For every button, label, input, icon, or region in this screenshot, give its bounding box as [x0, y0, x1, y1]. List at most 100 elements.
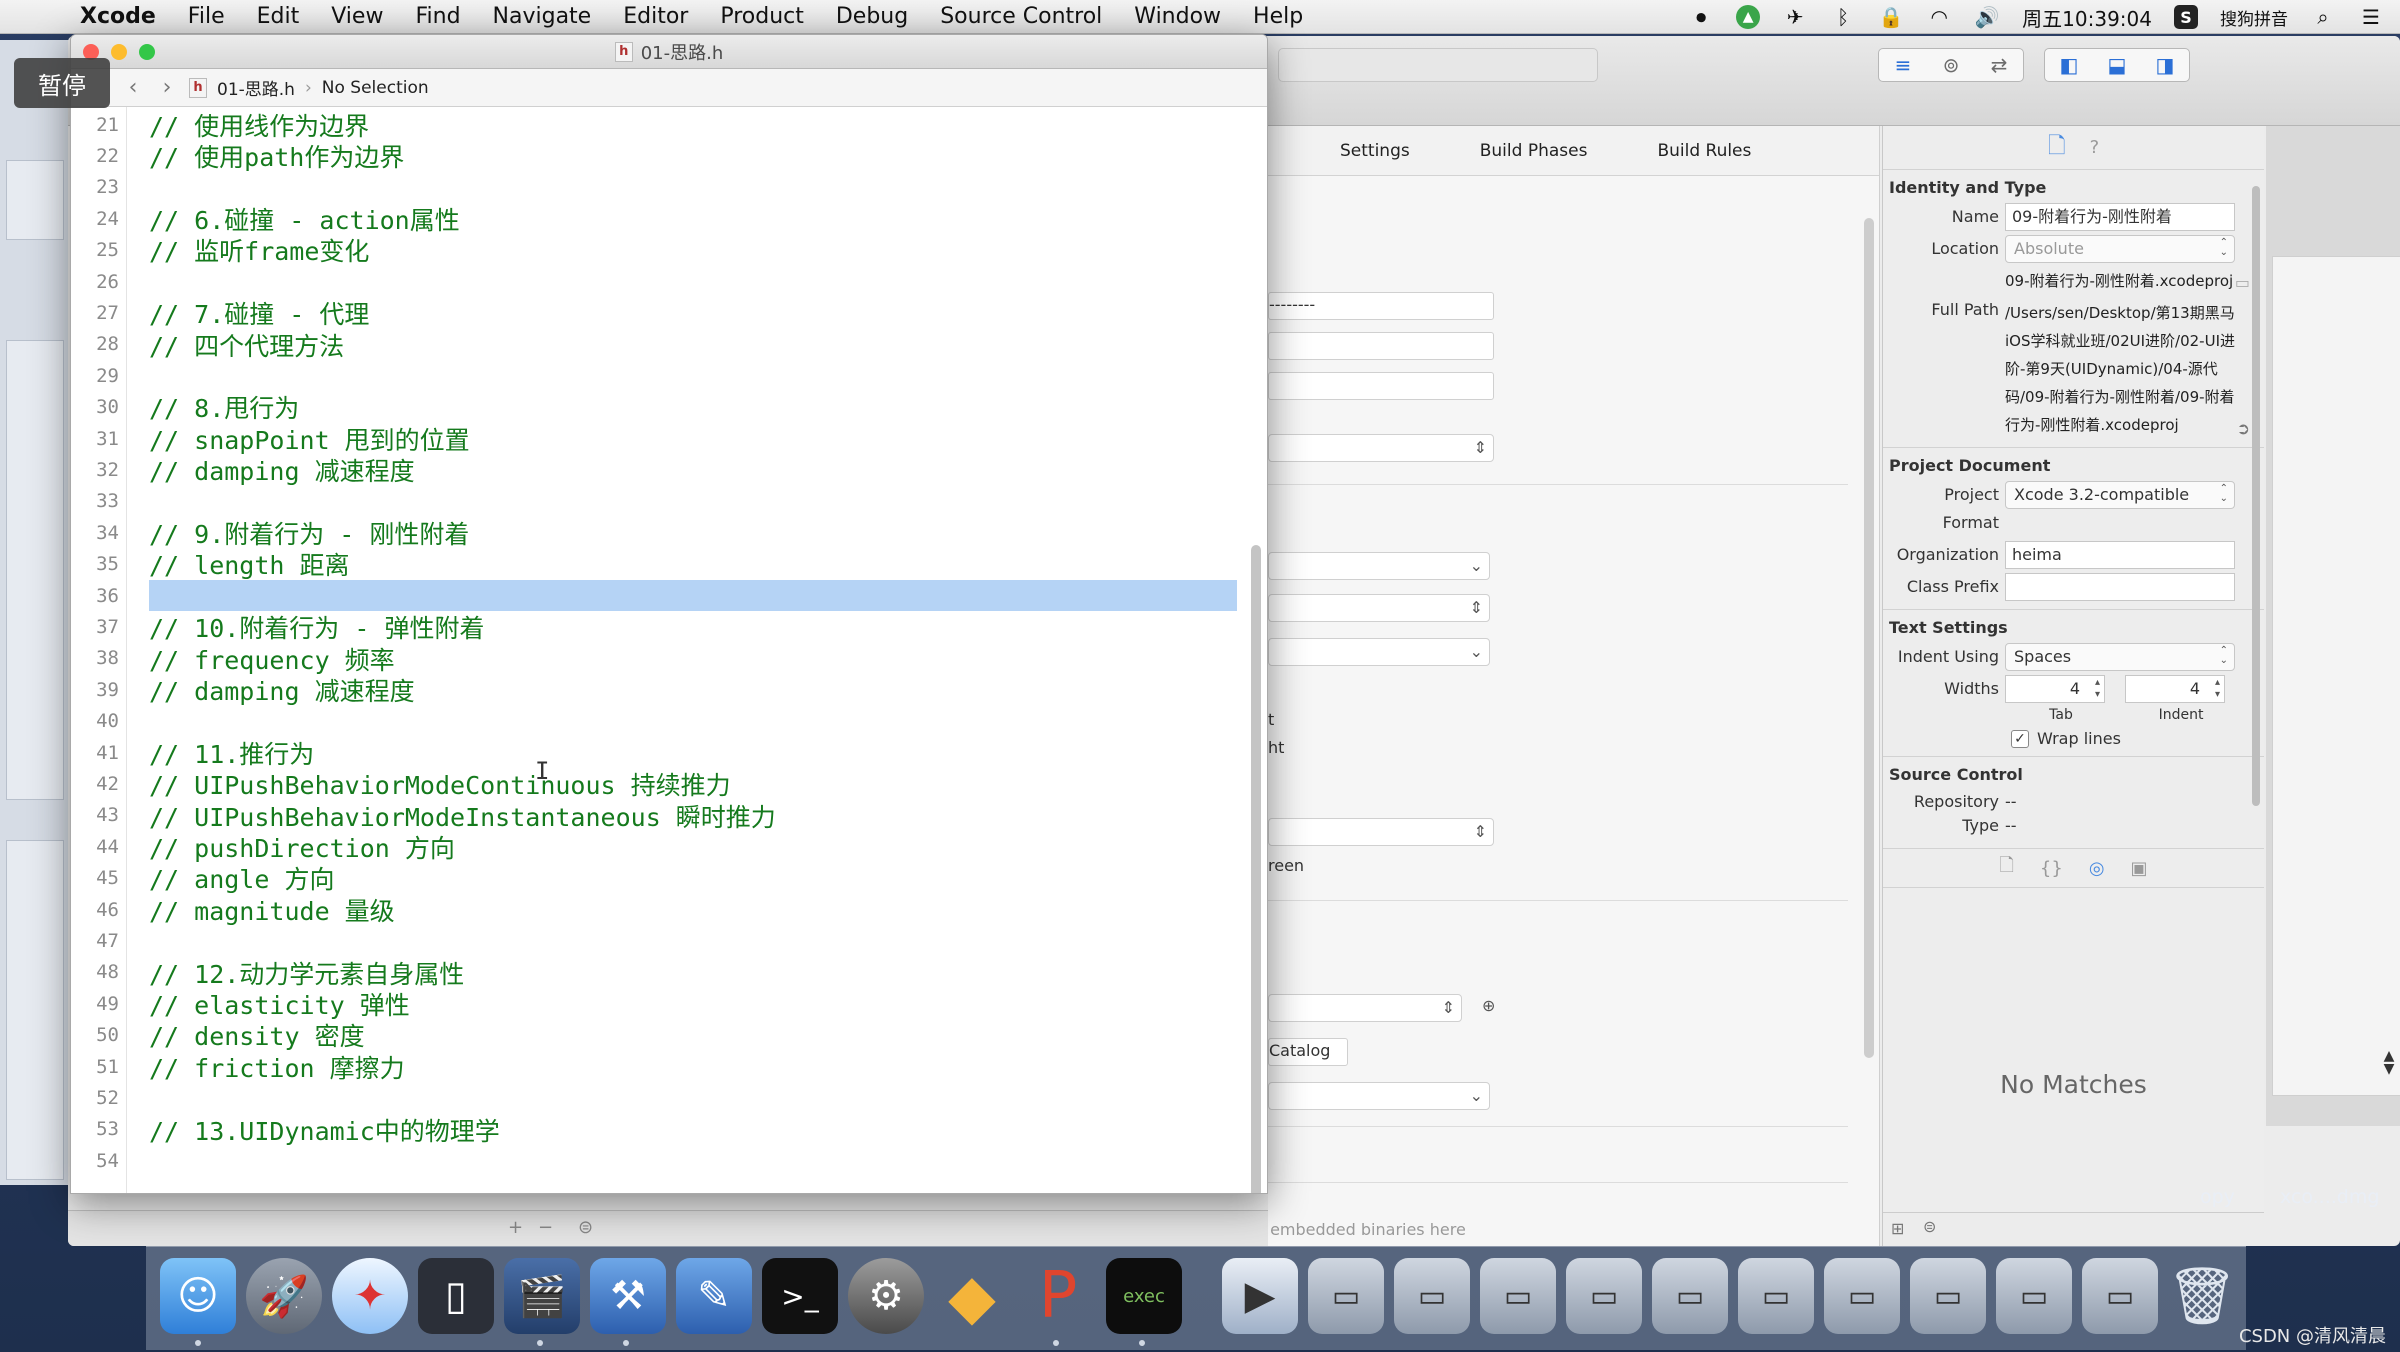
code-line[interactable]: 30// 8.甩行为 — [71, 392, 1237, 423]
file-inspector-icon[interactable]: 🗋 — [2048, 129, 2066, 167]
code-line[interactable]: 48// 12.动力学元素自身属性 — [71, 957, 1237, 989]
code-line[interactable]: 47 — [71, 925, 1237, 956]
code-line[interactable]: 23 — [71, 172, 1237, 203]
menu-debug[interactable]: Debug — [836, 4, 908, 29]
menu-find[interactable]: Find — [415, 4, 460, 29]
code-line[interactable]: 25 // 监听frame变化 — [71, 235, 1237, 266]
editor-scrollbar[interactable] — [1251, 545, 1261, 1193]
code-line[interactable]: 28 // 四个代理方法 — [71, 329, 1237, 361]
code-line[interactable]: 43// UIPushBehaviorModeInstantaneous 瞬时推… — [71, 800, 1237, 832]
object-library-icon[interactable]: ◎ — [2089, 858, 2105, 879]
utilities-toggle-icon[interactable]: ◨ — [2141, 49, 2189, 81]
exec-terminal-icon[interactable]: exec — [1106, 1258, 1182, 1334]
menu-editor[interactable]: Editor — [623, 4, 688, 29]
name-field[interactable]: 09-附着行为-刚性附着 — [2005, 203, 2235, 231]
quick-help-icon[interactable]: ? — [2090, 137, 2100, 158]
quicktime-icon[interactable]: ▶ — [1222, 1258, 1298, 1334]
code-line[interactable]: 38// frequency 频率 — [71, 643, 1237, 675]
zoom-button[interactable] — [139, 44, 155, 60]
menubar-clock[interactable]: 周五10:39:04 — [2022, 3, 2152, 32]
asset-catalog-field[interactable]: Catalog — [1268, 1038, 1348, 1066]
project-select[interactable]: ⇕ — [1268, 594, 1490, 622]
trash-icon[interactable]: 🗑 — [2164, 1258, 2240, 1334]
code-line[interactable]: 49// elasticity 弹性 — [71, 988, 1237, 1020]
menu-xcode[interactable]: Xcode — [80, 4, 156, 29]
standard-editor-icon[interactable]: ≡ — [1879, 49, 1927, 81]
project-field[interactable]: -------- — [1268, 292, 1494, 320]
folder-icon[interactable]: ▭ — [2235, 273, 2250, 292]
pause-badge[interactable]: 暂停 — [14, 58, 110, 108]
code-line[interactable]: 54 — [71, 1145, 1237, 1176]
wifi-icon[interactable]: ◠ — [1926, 5, 1952, 29]
forward-arrow-icon[interactable]: › — [155, 75, 179, 100]
code-line[interactable]: 51 // friction 摩擦力 — [71, 1051, 1237, 1083]
menu-navigate[interactable]: Navigate — [493, 4, 592, 29]
code-line[interactable]: 50// density 密度 — [71, 1020, 1237, 1051]
menu-help[interactable]: Help — [1253, 4, 1303, 29]
project-select[interactable]: ⌄ — [1268, 638, 1490, 666]
minimized-window-icon[interactable]: ▭ — [1652, 1258, 1728, 1334]
menu-edit[interactable]: Edit — [257, 4, 300, 29]
code-line[interactable]: 44// pushDirection 方向 — [71, 831, 1237, 863]
tab-build-rules[interactable]: Build Rules — [1657, 141, 1751, 161]
assistant-editor-icon[interactable]: ⊚ — [1927, 49, 1975, 81]
xcode-beta-icon[interactable]: ✎ — [676, 1258, 752, 1334]
lock-icon[interactable]: 🔒 — [1878, 5, 1904, 29]
menu-window[interactable]: Window — [1134, 4, 1221, 29]
jump-bar-file[interactable]: 01-思路.h — [217, 75, 295, 100]
class-prefix-field[interactable] — [2005, 573, 2235, 601]
tab-build-phases[interactable]: Build Phases — [1480, 141, 1588, 161]
system-preferences-icon[interactable]: ⚙ — [848, 1258, 924, 1334]
code-line[interactable]: 46 // magnitude 量级 — [71, 894, 1237, 926]
debug-area-toggle-icon[interactable]: ⬓ — [2093, 49, 2141, 81]
code-line[interactable]: 39 // damping 减速程度 — [71, 674, 1237, 706]
minimize-button[interactable] — [111, 44, 127, 60]
green-status-icon[interactable]: ▲ — [1736, 5, 1761, 29]
grid-view-icon[interactable]: ⊞ — [1891, 1219, 1904, 1238]
code-line[interactable]: 33 — [71, 486, 1237, 517]
reveal-arrow-icon[interactable]: ➲ — [2237, 419, 2250, 438]
wrap-lines-checkbox[interactable]: ✓ — [2011, 729, 2029, 748]
menu-view[interactable]: View — [331, 4, 383, 29]
tab-width-stepper[interactable]: 4 — [2005, 675, 2105, 703]
tab-build-settings[interactable]: Settings — [1340, 141, 1410, 161]
organization-field[interactable]: heima — [2005, 541, 2235, 569]
code-line[interactable]: 45// angle 方向 — [71, 863, 1237, 894]
add-circle-icon[interactable]: ⊕ — [1482, 996, 1495, 1015]
minimized-window-icon[interactable]: ▭ — [1996, 1258, 2072, 1334]
volume-icon[interactable]: 🔊 — [1974, 5, 2000, 29]
minimized-window-icon[interactable]: ▭ — [1738, 1258, 1814, 1334]
sogou-icon[interactable]: S — [2174, 5, 2198, 29]
remove-icon[interactable]: − — [538, 1217, 553, 1238]
desktop-file-label[interactable]: opy — [2200, 1186, 2235, 1208]
safari-icon[interactable]: ✦ — [332, 1258, 408, 1334]
project-field[interactable] — [1268, 372, 1494, 400]
indent-width-stepper[interactable]: 4 — [2125, 675, 2225, 703]
project-scrollbar[interactable] — [1864, 218, 1874, 1058]
code-line[interactable]: 40 — [71, 706, 1237, 737]
code-line[interactable]: 34// 9.附着行为 - 刚性附着 — [71, 517, 1237, 549]
code-line[interactable]: 41// 11.推行为 — [71, 737, 1237, 769]
project-format-popup[interactable]: Xcode 3.2-compatible — [2005, 481, 2235, 509]
code-line[interactable]: 22 // 使用path作为边界 — [71, 140, 1237, 172]
finder-icon[interactable]: ☺ — [160, 1258, 236, 1334]
code-line[interactable]: 24// 6.碰撞 - action属性 — [71, 203, 1237, 235]
project-select[interactable]: ⇕ — [1268, 434, 1494, 462]
project-select[interactable]: ⌄ — [1268, 1082, 1490, 1110]
navigator-toggle-icon[interactable]: ◧ — [2045, 49, 2093, 81]
back-arrow-icon[interactable]: ‹ — [121, 75, 145, 100]
location-popup[interactable]: Absolute — [2005, 235, 2235, 263]
powerpoint-icon[interactable]: P — [1020, 1258, 1096, 1334]
minimized-window-icon[interactable]: ▭ — [1910, 1258, 1986, 1334]
inspector-scrollbar[interactable] — [2252, 186, 2260, 806]
code-line[interactable]: 35 // length 距离 — [71, 549, 1237, 580]
minimized-window-icon[interactable]: ▭ — [1308, 1258, 1384, 1334]
filter-icon[interactable]: ⊜ — [1923, 1217, 1936, 1236]
mouse-app-icon[interactable]: ▯ — [418, 1258, 494, 1334]
desktop-dmg-label[interactable]: xco....dmg — [2280, 1186, 2379, 1208]
video-app-icon[interactable]: 🎬 — [504, 1258, 580, 1334]
add-icon[interactable]: + — [508, 1217, 523, 1238]
code-line[interactable]: 31// snapPoint 甩到的位置 — [71, 423, 1237, 455]
jump-bar-selection[interactable]: No Selection — [322, 78, 429, 98]
minimized-window-icon[interactable]: ▭ — [1394, 1258, 1470, 1334]
